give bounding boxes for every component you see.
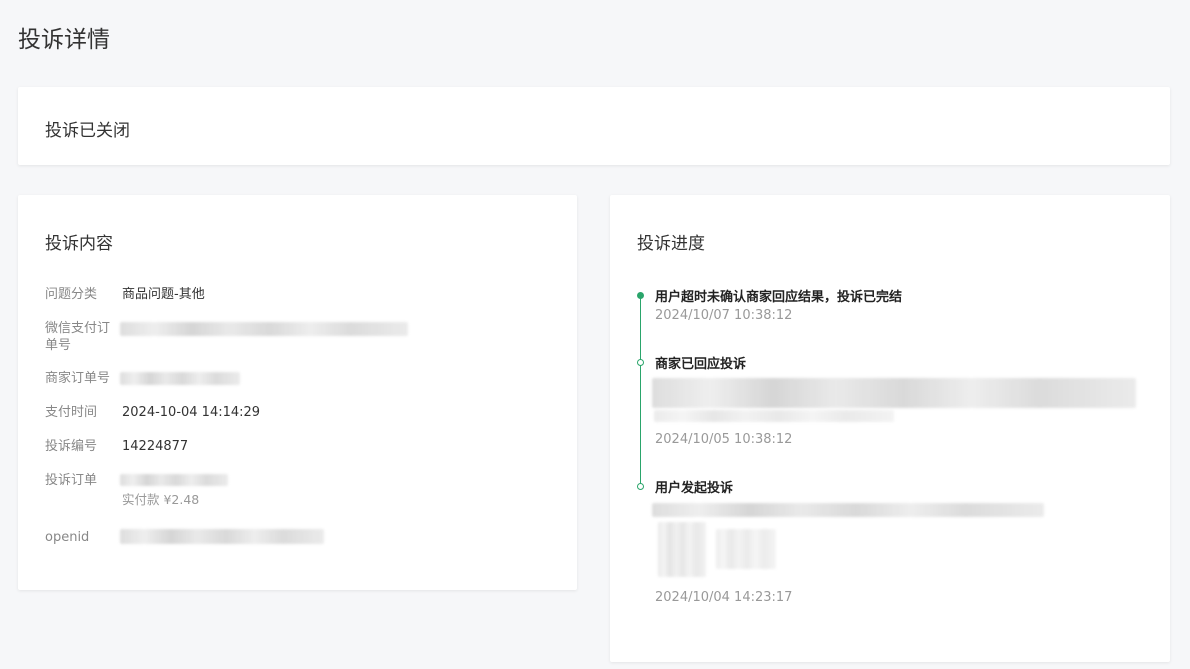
pay-time-label: 支付时间 (45, 405, 98, 420)
event-time: 2024/10/04 14:23:17 (655, 590, 793, 605)
complaint-progress-card: 投诉进度 用户超时未确认商家回应结果，投诉已完结 2024/10/07 10:3… (610, 195, 1170, 662)
complaint-order-name-redacted (120, 474, 228, 486)
merchant-response-redacted (652, 378, 1136, 408)
merchant-order-value-redacted (120, 372, 240, 385)
complaint-status: 投诉已关闭 (45, 121, 130, 141)
wechat-order-label: 微信支付订单号 (45, 321, 111, 353)
openid-value-redacted (120, 529, 324, 544)
complaint-order-label: 投诉订单 (45, 473, 98, 488)
timeline-dot-current (637, 292, 644, 299)
complaint-image-thumbnail[interactable] (658, 522, 706, 577)
progress-card-title: 投诉进度 (637, 234, 705, 254)
event-time: 2024/10/07 10:38:12 (655, 308, 793, 323)
user-complaint-text-redacted (652, 503, 1044, 517)
event-title: 用户超时未确认商家回应结果，投诉已完结 (655, 290, 903, 305)
category-value: 商品问题-其他 (122, 287, 205, 302)
timeline-line (640, 296, 641, 486)
complaint-number-value: 14224877 (122, 439, 189, 454)
merchant-response-redacted (654, 410, 894, 422)
merchant-order-label: 商家订单号 (45, 371, 111, 386)
status-card: 投诉已关闭 (18, 87, 1170, 165)
pay-time-value: 2024-10-04 14:14:29 (122, 405, 261, 420)
event-title: 用户发起投诉 (655, 481, 734, 496)
event-title: 商家已回应投诉 (655, 357, 747, 372)
complaint-number-label: 投诉编号 (45, 439, 98, 454)
complaint-content-card: 投诉内容 问题分类 商品问题-其他 微信支付订单号 商家订单号 支付时间 202… (18, 195, 577, 590)
page-title: 投诉详情 (18, 27, 110, 53)
openid-label: openid (45, 530, 90, 545)
timeline-dot (637, 359, 644, 366)
event-time: 2024/10/05 10:38:12 (655, 432, 793, 447)
category-label: 问题分类 (45, 287, 98, 302)
wechat-order-value-redacted (120, 322, 408, 336)
paid-amount: 实付款 ¥2.48 (122, 492, 200, 507)
complaint-image-thumbnail[interactable] (716, 529, 776, 569)
content-card-title: 投诉内容 (45, 234, 113, 254)
timeline-dot (637, 483, 644, 490)
